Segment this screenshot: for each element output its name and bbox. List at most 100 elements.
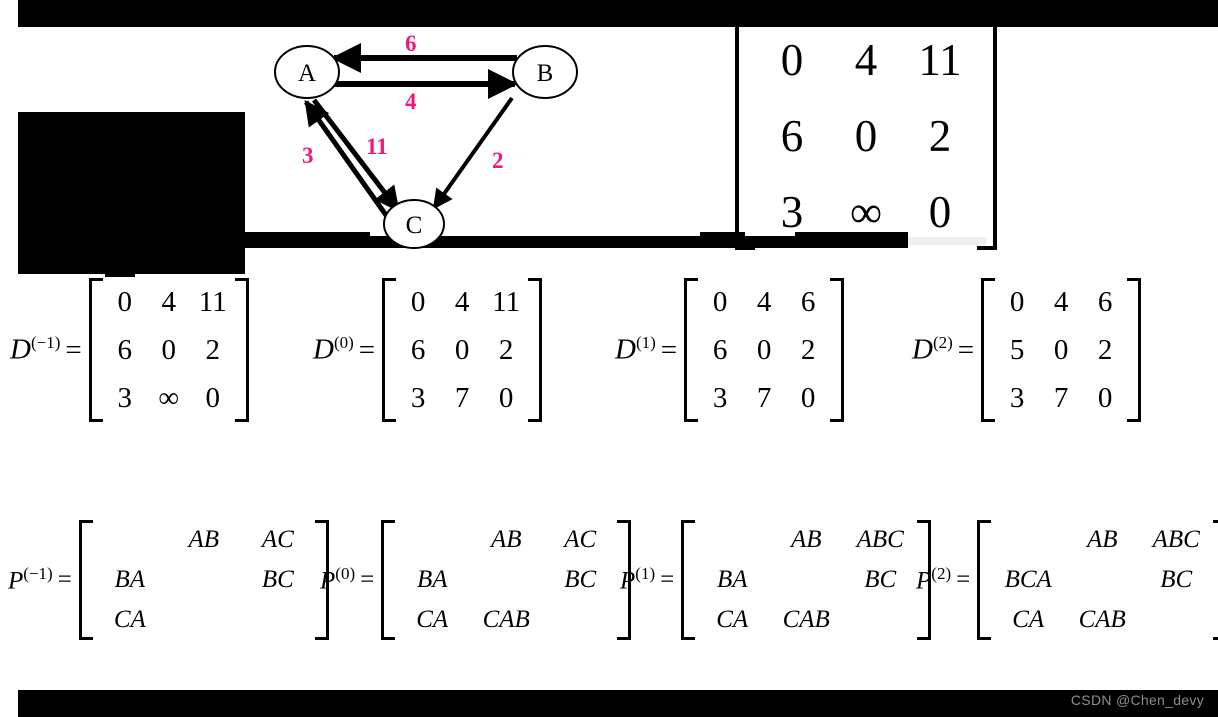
equation-p-0: P(0) = AB AC BA BC CA CAB: [320, 520, 632, 640]
equals-sign: =: [957, 333, 975, 366]
matrix-cell: 6: [800, 286, 816, 318]
matrix-name-label: D(2): [912, 333, 953, 367]
graph-canvas: A B C: [274, 43, 578, 249]
equals-sign: =: [358, 333, 376, 366]
matrix-name-label: D(0): [313, 333, 354, 367]
matrix-row: AB AC: [395, 520, 617, 560]
node-b-label: B: [537, 60, 554, 87]
bracket-left: [681, 520, 696, 640]
edge-weight-b-to-a: 6: [405, 31, 417, 56]
matrix-cell: AB: [490, 526, 522, 553]
matrix-grid: 0 4 6 6 0 2 3 7 0: [698, 278, 830, 422]
matrix-row: 6 0 2: [396, 326, 528, 374]
redaction-bar-bottom: [18, 690, 1218, 717]
matrix-name: P: [320, 567, 336, 595]
matrix-name: D: [912, 333, 933, 366]
matrix-cell: 0: [410, 286, 426, 318]
bracket-left: [382, 278, 397, 422]
matrix-name-label: D(−1): [10, 333, 60, 367]
matrix-cell: 0: [454, 334, 470, 366]
matrix-row: 6 0 2: [103, 326, 235, 374]
matrix-cell: 0: [1009, 286, 1025, 318]
matrix-row: 0 4 6: [698, 278, 830, 326]
bracket-right: [830, 278, 845, 422]
matrix-row: BCA BC: [991, 560, 1213, 600]
matrix-cell: CAB: [1078, 606, 1126, 633]
bracket-right: [977, 22, 997, 250]
matrix-cell: 7: [756, 382, 772, 414]
equation-d-minus-1: D(−1) = 0 4 11 6 0 2 3 ∞ 0: [10, 278, 249, 422]
matrix-grid: 0 4 11 6 0 2 3 ∞ 0: [755, 22, 977, 250]
matrix-cell: ABC: [1152, 526, 1200, 553]
matrix-superscript: (0): [335, 564, 356, 584]
matrix-cell: [241, 600, 315, 640]
watermark-text: CSDN @Chen_devy: [1070, 692, 1204, 708]
matrix-row: 6 0 2: [698, 326, 830, 374]
matrix-cell: AB: [1086, 526, 1118, 553]
matrix-row: 0 4 11: [396, 278, 528, 326]
matrix-cell: 6: [712, 334, 728, 366]
bracket-left: [684, 278, 699, 422]
matrix-cell: 6: [1097, 286, 1113, 318]
matrix-cell: CA: [113, 606, 146, 633]
matrix-row: 6 0 2: [755, 98, 977, 174]
matrix-cell: AB: [790, 526, 822, 553]
matrix-cell: CA: [416, 606, 449, 633]
matrix-cell: 3: [410, 382, 426, 414]
matrix-cell: CAB: [482, 606, 530, 633]
weighted-directed-graph: A B C 6 4 3 11 2: [262, 22, 592, 254]
matrix-cell: 7: [1053, 382, 1069, 414]
bracket-left: [735, 22, 755, 250]
matrix-cell: 7: [454, 382, 470, 414]
matrix-cell: 3: [780, 187, 804, 237]
bracket-left: [981, 278, 996, 422]
matrix-row: 0 4 11: [755, 22, 977, 98]
matrix-cell: 2: [800, 334, 816, 366]
node-c-label: C: [406, 212, 423, 239]
matrix-superscript: (0): [333, 333, 354, 353]
matrix-cell: CAB: [782, 606, 830, 633]
matrix-cell: 11: [918, 35, 962, 85]
matrix-name-label: P(1): [620, 564, 655, 595]
matrix-grid: AB ABC BA BC CA CAB: [695, 520, 917, 640]
equals-sign: =: [956, 566, 971, 593]
equals-sign: =: [660, 333, 678, 366]
matrix-cell: 6: [780, 111, 804, 161]
matrix-cell: [769, 560, 843, 600]
matrix-name-label: P(−1): [8, 564, 53, 595]
matrix-cell: 0: [928, 187, 952, 237]
node-a-label: A: [298, 60, 316, 87]
matrix-cell: [167, 600, 241, 640]
matrix-cell: BC: [261, 566, 294, 593]
matrix-grid: AB ABC BCA BC CA CAB: [991, 520, 1213, 640]
matrix-grid: 0 4 11 6 0 2 3 ∞ 0: [103, 278, 235, 422]
edge-weight-b-to-c: 2: [492, 148, 504, 173]
matrix-row: 0 4 11: [103, 278, 235, 326]
matrix-cell: CA: [1012, 606, 1045, 633]
matrix-cell: 11: [198, 286, 227, 318]
matrix-cell: ∞: [158, 382, 180, 414]
matrix-cell: [991, 520, 1065, 560]
edge-weight-c-to-a: 3: [302, 143, 314, 168]
matrix-cell: 0: [800, 382, 816, 414]
matrix-cell: 6: [410, 334, 426, 366]
matrix-grid: 0 4 11 6 0 2 3 7 0: [396, 278, 528, 422]
equation-p-2: P(2) = AB ABC BCA BC CA CAB: [916, 520, 1218, 640]
matrix-row: CA: [93, 600, 315, 640]
matrix-row: CA CAB: [395, 600, 617, 640]
matrix-cell: ABC: [856, 526, 904, 553]
matrix-cell: 3: [117, 382, 132, 414]
matrix-cell: [469, 560, 543, 600]
matrix-cell: [167, 560, 241, 600]
matrix-row: 3 7 0: [995, 374, 1127, 422]
matrix-name: P: [916, 567, 932, 595]
matrix-name: P: [8, 567, 24, 595]
bracket-right: [1127, 278, 1142, 422]
equals-sign: =: [65, 333, 82, 366]
matrix-cell: 4: [756, 286, 772, 318]
matrix-name: P: [620, 567, 636, 595]
bracket-left: [78, 520, 93, 640]
matrix-name: D: [615, 333, 636, 366]
equation-p-1: P(1) = AB ABC BA BC CA CAB: [620, 520, 932, 640]
matrix-superscript: (−1): [30, 333, 61, 353]
